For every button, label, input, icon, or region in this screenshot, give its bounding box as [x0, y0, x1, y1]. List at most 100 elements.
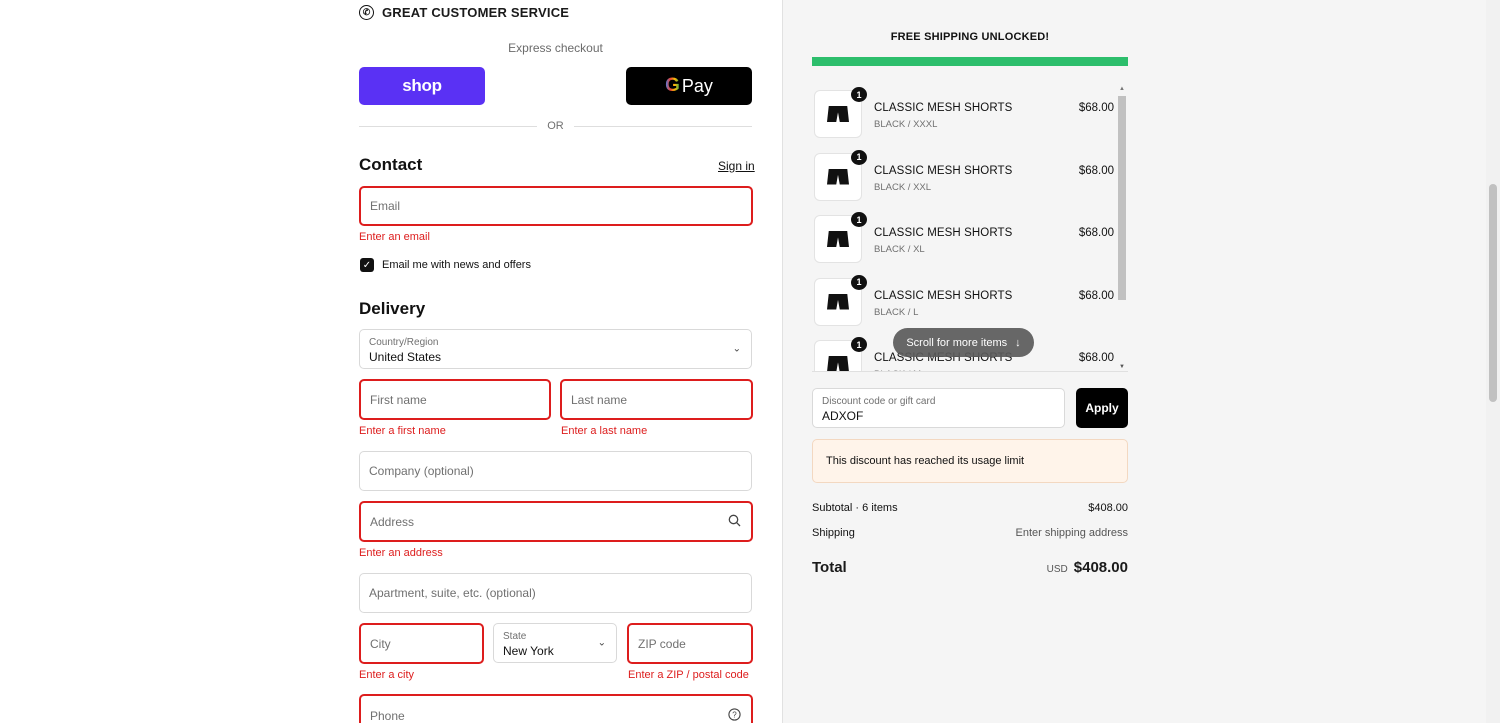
scroll-hint-label: Scroll for more items — [906, 336, 1008, 349]
zip-error: Enter a ZIP / postal code — [628, 669, 749, 681]
quantity-badge: 1 — [851, 149, 867, 165]
shop-pay-button[interactable]: shop — [359, 67, 485, 105]
first-name-field[interactable]: First name — [359, 379, 551, 420]
email-field[interactable]: Email — [359, 186, 753, 226]
company-field[interactable]: Company (optional) — [359, 451, 752, 491]
svg-text:?: ? — [732, 711, 737, 720]
item-variant: BLACK / M — [874, 369, 921, 371]
express-checkout-label: Express checkout — [508, 41, 603, 55]
quantity-badge: 1 — [851, 274, 867, 290]
quantity-badge: 1 — [851, 87, 867, 102]
email-placeholder: Email — [370, 199, 401, 213]
address-placeholder: Address — [370, 514, 415, 529]
zip-placeholder: ZIP code — [638, 636, 686, 651]
shorts-icon — [827, 231, 849, 247]
shorts-icon — [827, 356, 849, 371]
total-currency: USD — [1046, 564, 1068, 575]
discount-notice: This discount has reached its usage limi… — [812, 439, 1128, 483]
shorts-icon — [827, 293, 849, 310]
newsletter-checkbox[interactable]: ✓ — [360, 258, 374, 272]
last-name-field[interactable]: Last name — [560, 379, 753, 420]
search-icon — [728, 514, 741, 530]
shipping-progress-bar — [812, 57, 1128, 66]
state-select[interactable]: State New York ⌄ — [493, 623, 617, 663]
item-variant: BLACK / XL — [874, 244, 925, 255]
discount-value: ADXOF — [822, 409, 864, 423]
page-scroll-thumb[interactable] — [1489, 184, 1497, 402]
scroll-down-icon[interactable]: ▼ — [1119, 364, 1125, 370]
delivery-heading: Delivery — [359, 299, 426, 318]
quantity-badge: 1 — [851, 337, 867, 352]
line-item: 1 CLASSIC MESH SHORTS BLACK / L $68.00 — [812, 274, 1114, 326]
phone-field[interactable]: Phone ? — [359, 694, 753, 723]
country-value: United States — [369, 350, 442, 364]
subtotal-value: $408.00 — [1088, 502, 1128, 514]
item-price: $68.00 — [1078, 227, 1114, 239]
line-item: 1 CLASSIC MESH SHORTS BLACK / XL $68.00 — [812, 211, 1114, 263]
scroll-thumb[interactable] — [1118, 96, 1126, 300]
city-field[interactable]: City — [359, 623, 484, 664]
or-divider: OR — [359, 119, 752, 133]
line-item: 1 CLASSIC MESH SHORTS BLACK / XXL $68.00 — [812, 149, 1114, 201]
scroll-up-icon[interactable]: ▲ — [1119, 86, 1125, 92]
state-value: New York — [503, 644, 554, 658]
discount-notice-text: This discount has reached its usage limi… — [826, 455, 1025, 467]
company-placeholder: Company (optional) — [369, 464, 474, 478]
shorts-icon — [827, 106, 849, 122]
city-error: Enter a city — [359, 669, 415, 681]
or-label: OR — [547, 120, 564, 132]
shipping-label: Shipping — [812, 527, 855, 539]
quantity-badge: 1 — [851, 212, 867, 227]
google-pay-label: Pay — [681, 75, 713, 96]
subtotal-label: Subtotal · 6 items — [812, 502, 898, 514]
apartment-placeholder: Apartment, suite, etc. (optional) — [369, 586, 536, 600]
total-value: $408.00 — [1073, 559, 1128, 576]
total-amount: USD $408.00 — [1047, 559, 1128, 576]
item-variant: BLACK / XXXL — [874, 119, 938, 130]
chevron-down-icon: ⌄ — [597, 637, 606, 649]
google-pay-button[interactable]: G Pay — [626, 67, 752, 105]
last-name-placeholder: Last name — [571, 392, 628, 407]
shop-pay-label: shop — [402, 76, 442, 95]
address-error: Enter an address — [359, 547, 443, 559]
item-variant: BLACK / L — [874, 306, 919, 318]
country-label: Country/Region — [369, 337, 439, 348]
chevron-down-icon: ⌄ — [732, 343, 741, 355]
address-field[interactable]: Address — [359, 501, 753, 542]
page-scrollbar[interactable] — [1486, 0, 1500, 723]
arrow-down-icon: ↓ — [1015, 336, 1021, 349]
discount-field[interactable]: Discount code or gift card ADXOF — [812, 388, 1065, 428]
scroll-for-more-button[interactable]: Scroll for more items ↓ — [893, 328, 1034, 357]
item-name: CLASSIC MESH SHORTS — [874, 289, 1013, 302]
line-item: 1 CLASSIC MESH SHORTS BLACK / XXXL $68.00 — [812, 86, 1114, 138]
apply-button[interactable]: Apply — [1076, 388, 1128, 428]
shield-icon: ✆ — [359, 5, 374, 20]
item-price: $68.00 — [1078, 102, 1114, 114]
zip-field[interactable]: ZIP code — [627, 623, 753, 664]
item-price: $68.00 — [1078, 164, 1114, 177]
shipping-row: Shipping Enter shipping address — [812, 527, 1128, 539]
last-name-error: Enter a last name — [561, 425, 648, 437]
google-g-icon: G — [665, 75, 680, 96]
discount-label: Discount code or gift card — [822, 396, 936, 407]
contact-heading: Contact — [359, 155, 423, 174]
service-text: GREAT CUSTOMER SERVICE — [382, 5, 570, 20]
help-circle-icon[interactable]: ? — [728, 708, 741, 723]
sign-in-link[interactable]: Sign in — [718, 159, 755, 173]
total-label: Total — [812, 559, 847, 576]
free-shipping-banner: FREE SHIPPING UNLOCKED! — [890, 31, 1050, 43]
shorts-icon — [827, 168, 849, 185]
line-items-scrollbar[interactable]: ▲ ▼ — [1117, 84, 1127, 372]
item-name: CLASSIC MESH SHORTS — [874, 164, 1013, 177]
state-label: State — [503, 631, 527, 642]
city-placeholder: City — [370, 636, 391, 651]
apartment-field[interactable]: Apartment, suite, etc. (optional) — [359, 573, 752, 613]
country-select[interactable]: Country/Region United States ⌄ — [359, 329, 752, 369]
phone-placeholder: Phone — [370, 709, 405, 723]
subtotal-row: Subtotal · 6 items $408.00 — [812, 502, 1128, 514]
item-name: CLASSIC MESH SHORTS — [874, 227, 1013, 239]
item-price: $68.00 — [1078, 289, 1114, 302]
service-banner: ✆ GREAT CUSTOMER SERVICE — [359, 5, 569, 20]
item-variant: BLACK / XXL — [874, 181, 932, 193]
shipping-value: Enter shipping address — [1015, 527, 1128, 539]
